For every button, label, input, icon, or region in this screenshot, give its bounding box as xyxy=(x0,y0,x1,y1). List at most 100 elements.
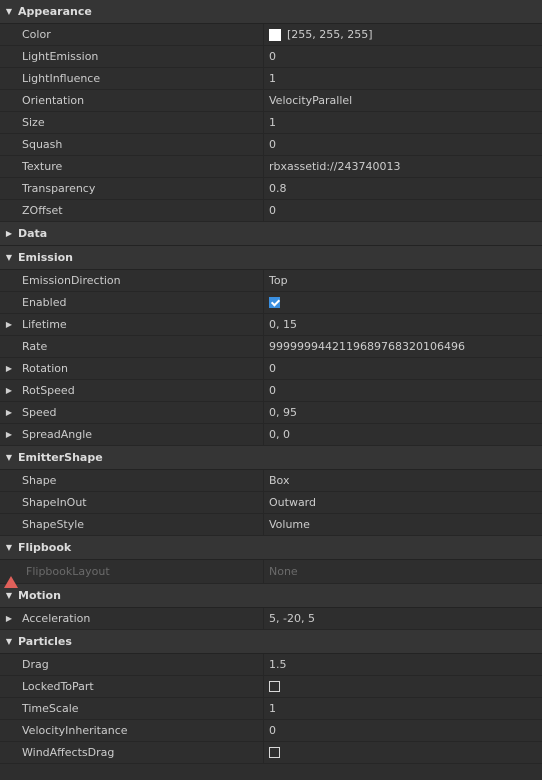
collapse-arrow-icon[interactable]: ▼ xyxy=(0,453,18,462)
property-value-cell[interactable]: 5, -20, 5 xyxy=(264,608,542,629)
property-row-rotspeed[interactable]: ▶ RotSpeed 0 xyxy=(0,380,542,402)
section-emittershape[interactable]: ▼ EmitterShape xyxy=(0,446,542,470)
property-value-cell[interactable]: Top xyxy=(264,270,542,291)
property-value[interactable]: 1.5 xyxy=(269,658,287,671)
property-row-texture[interactable]: Texture rbxassetid://243740013 xyxy=(0,156,542,178)
section-flipbook[interactable]: ▼ Flipbook xyxy=(0,536,542,560)
section-title: Data xyxy=(18,227,48,240)
property-row-speed[interactable]: ▶ Speed 0, 95 xyxy=(0,402,542,424)
property-value-cell[interactable]: 1 xyxy=(264,698,542,719)
collapse-arrow-icon[interactable]: ▼ xyxy=(0,543,18,552)
property-value[interactable]: VelocityParallel xyxy=(269,94,352,107)
property-row-size[interactable]: Size 1 xyxy=(0,112,542,134)
section-emission[interactable]: ▼ Emission xyxy=(0,246,542,270)
property-value[interactable]: 0 xyxy=(269,204,276,217)
collapse-arrow-icon[interactable]: ▼ xyxy=(0,7,18,16)
collapse-arrow-icon[interactable]: ▼ xyxy=(0,253,18,262)
property-value-cell[interactable]: rbxassetid://243740013 xyxy=(264,156,542,177)
property-value-cell[interactable]: 0, 15 xyxy=(264,314,542,335)
section-appearance[interactable]: ▼ Appearance xyxy=(0,0,542,24)
section-motion[interactable]: ▼ Motion xyxy=(0,584,542,608)
color-swatch[interactable] xyxy=(269,28,281,41)
property-row-zoffset[interactable]: ZOffset 0 xyxy=(0,200,542,222)
property-value-cell[interactable]: Volume xyxy=(264,514,542,535)
property-value[interactable]: 5, -20, 5 xyxy=(269,612,315,625)
property-value[interactable]: Volume xyxy=(269,518,310,531)
property-value[interactable]: 1 xyxy=(269,72,276,85)
property-value[interactable]: 0.8 xyxy=(269,182,287,195)
property-value[interactable]: rbxassetid://243740013 xyxy=(269,160,400,173)
property-value-cell[interactable]: 0 xyxy=(264,720,542,741)
collapse-arrow-icon[interactable]: ▼ xyxy=(0,591,18,600)
property-row-rate[interactable]: Rate 9999999442119689768320106496 xyxy=(0,336,542,358)
property-value[interactable]: Outward xyxy=(269,496,316,509)
property-value-cell[interactable]: 0 xyxy=(264,358,542,379)
property-value-cell[interactable] xyxy=(264,676,542,697)
property-value[interactable]: 0 xyxy=(269,50,276,63)
property-value-cell[interactable]: 0.8 xyxy=(264,178,542,199)
property-value[interactable]: Box xyxy=(269,474,289,487)
property-value-cell[interactable]: 0 xyxy=(264,46,542,67)
expand-arrow-icon[interactable]: ▶ xyxy=(0,364,18,373)
property-row-enabled[interactable]: Enabled xyxy=(0,292,542,314)
property-value[interactable]: 9999999442119689768320106496 xyxy=(269,340,465,353)
property-value-cell[interactable]: 0 xyxy=(264,134,542,155)
property-row-squash[interactable]: Squash 0 xyxy=(0,134,542,156)
property-row-lockedtopart[interactable]: LockedToPart xyxy=(0,676,542,698)
property-value[interactable]: Top xyxy=(269,274,288,287)
property-value-cell[interactable]: Outward xyxy=(264,492,542,513)
property-value-cell[interactable]: 1 xyxy=(264,112,542,133)
property-row-rotation[interactable]: ▶ Rotation 0 xyxy=(0,358,542,380)
expand-arrow-icon[interactable]: ▶ xyxy=(0,229,18,238)
property-value[interactable]: 0, 0 xyxy=(269,428,290,441)
property-value-cell[interactable]: 1 xyxy=(264,68,542,89)
property-value-cell[interactable] xyxy=(264,292,542,313)
property-value[interactable]: 1 xyxy=(269,116,276,129)
section-particles[interactable]: ▼ Particles xyxy=(0,630,542,654)
expand-arrow-icon[interactable]: ▶ xyxy=(0,408,18,417)
property-row-emissiondirection[interactable]: EmissionDirection Top xyxy=(0,270,542,292)
property-value[interactable]: 0 xyxy=(269,362,276,375)
property-value-cell[interactable]: 0 xyxy=(264,200,542,221)
property-value[interactable]: 0 xyxy=(269,724,276,737)
expand-arrow-icon[interactable]: ▶ xyxy=(0,320,18,329)
property-row-spreadangle[interactable]: ▶ SpreadAngle 0, 0 xyxy=(0,424,542,446)
property-value-cell[interactable]: Box xyxy=(264,470,542,491)
property-row-drag[interactable]: Drag 1.5 xyxy=(0,654,542,676)
property-value-cell[interactable]: 0, 95 xyxy=(264,402,542,423)
property-row-color[interactable]: Color [255, 255, 255] xyxy=(0,24,542,46)
property-row-lightemission[interactable]: LightEmission 0 xyxy=(0,46,542,68)
property-row-orientation[interactable]: Orientation VelocityParallel xyxy=(0,90,542,112)
property-value[interactable]: 0 xyxy=(269,384,276,397)
property-row-velocityinheritance[interactable]: VelocityInheritance 0 xyxy=(0,720,542,742)
property-row-windaffectsdrag[interactable]: WindAffectsDrag xyxy=(0,742,542,764)
expand-arrow-icon[interactable]: ▶ xyxy=(0,614,18,623)
property-value-cell[interactable]: VelocityParallel xyxy=(264,90,542,111)
property-row-shapestyle[interactable]: ShapeStyle Volume xyxy=(0,514,542,536)
section-data[interactable]: ▶ Data xyxy=(0,222,542,246)
property-value[interactable]: 0, 15 xyxy=(269,318,297,331)
lockedtopart-checkbox[interactable] xyxy=(269,681,280,692)
property-value-cell[interactable]: 1.5 xyxy=(264,654,542,675)
property-value-cell[interactable]: 9999999442119689768320106496 xyxy=(264,336,542,357)
expand-arrow-icon[interactable]: ▶ xyxy=(0,430,18,439)
property-row-transparency[interactable]: Transparency 0.8 xyxy=(0,178,542,200)
property-row-lightinfluence[interactable]: LightInfluence 1 xyxy=(0,68,542,90)
windaffectsdrag-checkbox[interactable] xyxy=(269,747,280,758)
property-value[interactable]: 1 xyxy=(269,702,276,715)
collapse-arrow-icon[interactable]: ▼ xyxy=(0,637,18,646)
enabled-checkbox[interactable] xyxy=(269,297,280,308)
property-value[interactable]: 0 xyxy=(269,138,276,151)
expand-arrow-icon[interactable]: ▶ xyxy=(0,386,18,395)
property-row-shapeinout[interactable]: ShapeInOut Outward xyxy=(0,492,542,514)
property-value-cell[interactable]: 0, 0 xyxy=(264,424,542,445)
property-row-acceleration[interactable]: ▶ Acceleration 5, -20, 5 xyxy=(0,608,542,630)
property-row-timescale[interactable]: TimeScale 1 xyxy=(0,698,542,720)
property-value-cell[interactable]: 0 xyxy=(264,380,542,401)
property-value[interactable]: [255, 255, 255] xyxy=(287,28,373,41)
property-row-shape[interactable]: Shape Box xyxy=(0,470,542,492)
property-value-cell[interactable]: [255, 255, 255] xyxy=(264,24,542,45)
property-value[interactable]: 0, 95 xyxy=(269,406,297,419)
property-row-lifetime[interactable]: ▶ Lifetime 0, 15 xyxy=(0,314,542,336)
property-value-cell[interactable] xyxy=(264,742,542,763)
